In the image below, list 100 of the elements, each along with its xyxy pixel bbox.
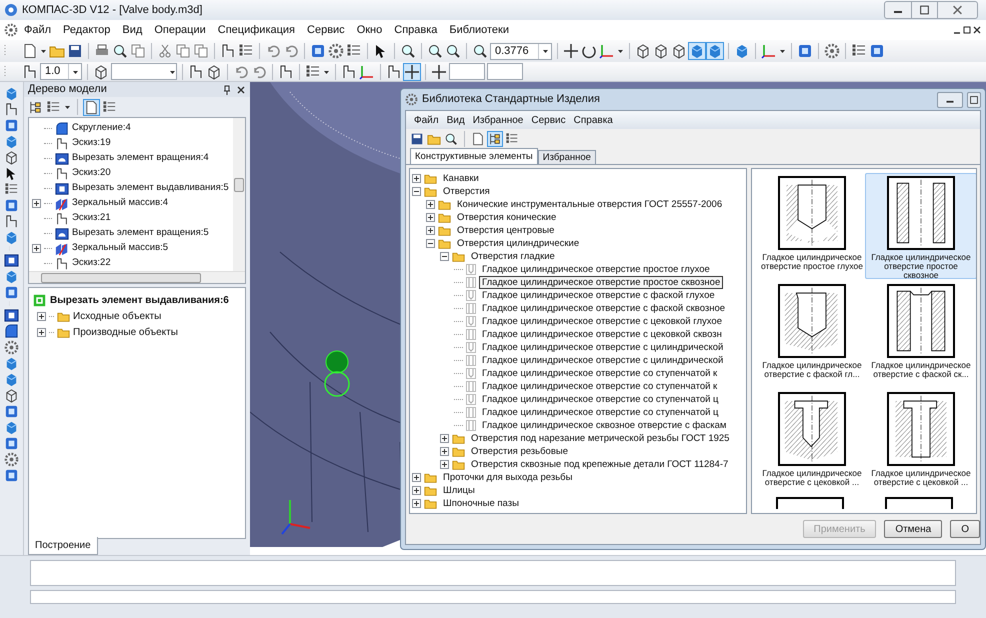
menu-item[interactable]: Справка (570, 112, 617, 128)
mirror-icon[interactable] (55, 242, 69, 256)
tree-item[interactable]: Отверстия сквозные под крепежные детали ГОСТ 11284-7 (468, 458, 732, 471)
close-icon[interactable] (236, 84, 246, 94)
tool-icon[interactable] (4, 253, 19, 268)
preview-item[interactable]: Гладкое цилиндрическое отверстие с цековкой ... (865, 389, 976, 495)
list-view-icon[interactable] (505, 132, 519, 146)
expand-icon[interactable] (426, 200, 435, 209)
menu-item[interactable]: Окно (350, 22, 388, 38)
tree-item[interactable]: Конические инструментальные отверстия ГОСТ 25557-2006 (454, 198, 726, 211)
tool-icon[interactable] (4, 214, 19, 229)
tree-item[interactable]: Отверстия резьбовые (468, 445, 571, 458)
expand-icon[interactable] (32, 244, 41, 253)
menu-item[interactable]: Справка (388, 22, 444, 38)
tree-item[interactable]: Гладкое цилиндрическое отверстие с фаской сквозное (479, 302, 728, 315)
tree-item[interactable]: Исходные объекты (73, 308, 162, 324)
tree-item[interactable]: Гладкое цилиндрическое отверстие с цековкой глухое (479, 315, 725, 328)
tree-item[interactable]: Гладкое цилиндрическое сквозное отверстие с фаскам (479, 419, 730, 432)
tree-item[interactable]: Вырезать элемент вращения:4 (72, 151, 209, 166)
tree-item[interactable]: Гладкое цилиндрическое отверстие с цилиндрической (479, 341, 726, 354)
menu-item[interactable]: Вид (116, 22, 148, 38)
expand-icon[interactable] (412, 473, 421, 482)
tree-structure-icon[interactable] (28, 100, 43, 114)
copy-icon[interactable] (175, 43, 191, 59)
collapse-icon[interactable] (440, 252, 449, 261)
dialog-button[interactable]: Отмена (884, 520, 942, 538)
menu-item[interactable]: Сервис (301, 22, 351, 38)
tree-item[interactable]: Канавки (440, 172, 482, 185)
save-icon[interactable] (410, 132, 424, 146)
gear-icon[interactable] (328, 43, 344, 59)
sketch-icon[interactable] (55, 166, 69, 180)
zoom-out-icon[interactable] (445, 43, 461, 59)
revolve-cut-icon[interactable] (55, 152, 69, 166)
list-icon[interactable] (46, 100, 61, 114)
tab[interactable]: Избранное (538, 150, 596, 164)
axes-icon[interactable] (761, 43, 777, 59)
menu-item[interactable]: Избранное (468, 112, 528, 128)
maximize-icon[interactable] (967, 92, 981, 108)
menu-item[interactable]: Спецификация (212, 22, 302, 38)
tree-item[interactable]: Вырезать элемент вращения:5 (72, 226, 209, 241)
tree-item[interactable]: Гладкое цилиндрическое отверстие со ступенчатой ц (479, 406, 722, 419)
list-icon[interactable] (102, 100, 117, 114)
revolve-cut-icon[interactable] (55, 226, 69, 240)
tree-item[interactable]: Гладкое цилиндрическое отверстие с цековкой сквозн (479, 328, 725, 341)
preview-item[interactable]: Гладкое цилиндрическое отверстие с цековкой ... (756, 389, 868, 495)
tree-item[interactable]: Эскиз:21 (72, 211, 111, 226)
minimize-icon[interactable] (937, 92, 963, 108)
close-icon[interactable] (972, 25, 982, 35)
extrude-cut-icon[interactable] (55, 182, 69, 196)
gear-icon[interactable] (405, 93, 418, 106)
tree-item[interactable]: Гладкое цилиндрическое отверстие с цилиндрической (479, 354, 726, 367)
tree-item[interactable]: Производные объекты (73, 324, 178, 340)
dialog-button[interactable]: О (950, 520, 980, 538)
tree-item[interactable]: Эскиз:19 (72, 136, 111, 151)
new-document-icon[interactable] (22, 43, 38, 59)
tree-item[interactable]: Зеркальный массив:4 (72, 196, 168, 211)
menu-item[interactable]: Файл (18, 22, 58, 38)
tab[interactable]: Конструктивные элементы (410, 148, 538, 164)
collapse-icon[interactable] (426, 239, 435, 248)
step-field[interactable]: 1.0 (40, 63, 82, 80)
preview-item[interactable]: Гладкое цилиндрическое отверстие простое сквозное (865, 173, 976, 279)
tool-icon[interactable] (4, 324, 19, 339)
vertical-scrollbar[interactable] (233, 118, 245, 271)
menu-item[interactable]: Вид (442, 112, 469, 128)
menu-item[interactable]: Файл (410, 112, 443, 128)
restore-icon[interactable] (962, 25, 972, 35)
wireframe-cube-icon[interactable] (653, 43, 669, 59)
tree-item[interactable]: Отверстия (440, 185, 493, 198)
zoom-scale-icon[interactable] (472, 43, 488, 59)
scissors-icon[interactable] (157, 43, 173, 59)
menu-item[interactable]: Библиотеки (443, 22, 516, 38)
tool-icon[interactable] (4, 388, 19, 403)
menu-item[interactable]: Операции (148, 22, 212, 38)
tree-item[interactable]: Отверстия конические (454, 211, 560, 224)
preview-item[interactable]: Гладкое цилиндрическое отверстие с фаской ск... (865, 281, 976, 387)
tool-icon[interactable] (4, 102, 19, 117)
pan-icon[interactable] (563, 43, 579, 59)
axes-icon[interactable] (599, 43, 615, 59)
tree-item[interactable]: Отверстия цилиндрические (454, 237, 582, 250)
shaded-cube-icon[interactable] (707, 43, 723, 59)
tree-item[interactable]: Зеркальный массив:5 (72, 241, 168, 256)
tree-item[interactable]: Гладкое цилиндрическое отверстие со ступенчатой к (479, 367, 720, 380)
preview-item[interactable]: Гладкое цилиндрическое отверстие с фаской гл... (756, 281, 868, 387)
preview-item[interactable]: Гладкое цилиндрическое отверстие простое глухое (756, 173, 868, 279)
zoom-icon[interactable] (400, 43, 416, 59)
coordinate-field[interactable] (487, 63, 523, 80)
horizontal-scrollbar[interactable] (29, 271, 245, 283)
wireframe-cube-icon[interactable] (635, 43, 651, 59)
snap-icon[interactable] (404, 64, 420, 80)
tree-item[interactable]: Эскиз:20 (72, 166, 111, 181)
search-icon[interactable] (444, 132, 458, 146)
tool-icon[interactable] (4, 150, 19, 165)
tree-item[interactable]: Шпоночные пазы (440, 497, 522, 510)
document-icon[interactable] (84, 100, 99, 114)
coordinate-field[interactable] (449, 63, 485, 80)
expand-icon[interactable] (412, 486, 421, 495)
perspective-cube-icon[interactable] (734, 43, 750, 59)
tree-item[interactable]: Шлицы (440, 484, 478, 497)
tree-view-icon[interactable] (488, 132, 502, 146)
save-icon[interactable] (67, 43, 83, 59)
